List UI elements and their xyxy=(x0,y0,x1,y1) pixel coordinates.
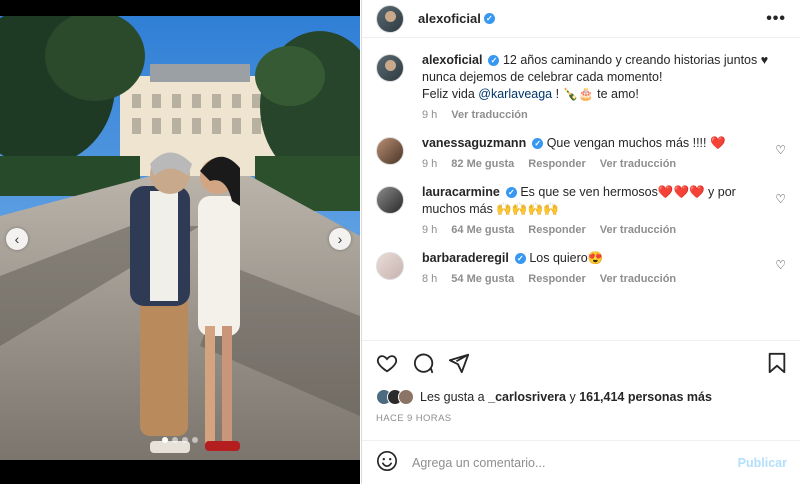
comment-likes[interactable]: 82 Me gusta xyxy=(451,158,514,170)
action-icons xyxy=(376,351,787,375)
see-translation-link[interactable]: Ver traducción xyxy=(600,224,676,236)
comment-icon[interactable] xyxy=(412,352,434,374)
post-photo[interactable] xyxy=(0,16,360,460)
author-avatar[interactable] xyxy=(376,54,404,82)
see-translation-link[interactable]: Ver traducción xyxy=(451,109,527,121)
comment-body: Los quiero😍 xyxy=(529,251,604,265)
carousel-dot xyxy=(192,437,198,443)
heart-icon[interactable]: ♡ xyxy=(775,192,786,206)
caption-text: alexoficial ✓ 12 años caminando y creando… xyxy=(422,52,772,103)
commenter-avatar[interactable] xyxy=(376,137,404,165)
carousel-dot xyxy=(162,437,168,443)
verified-badge-icon: ✓ xyxy=(514,253,526,265)
comments-list: alexoficial ✓ 12 años caminando y creando… xyxy=(362,38,800,338)
comment-item: vanessaguzmann ✓ Que vengan muchos más !!… xyxy=(376,135,786,170)
comment-item: barbaraderegil ✓ Los quiero😍 8 h 54 Me gu… xyxy=(376,250,786,285)
reply-button[interactable]: Responder xyxy=(528,158,585,170)
caption-meta: 9 h Ver traducción xyxy=(422,109,772,121)
likes-summary: Les gusta a _carlosrivera y 161,414 pers… xyxy=(376,389,787,405)
post-timestamp[interactable]: HACE 9 HORAS xyxy=(376,413,787,424)
commenter-avatar[interactable] xyxy=(376,252,404,280)
verified-badge-icon: ✓ xyxy=(532,138,544,150)
liker-username[interactable]: _carlosrivera xyxy=(488,390,566,404)
comment-username[interactable]: vanessaguzmann xyxy=(422,136,526,150)
comment-time[interactable]: 9 h xyxy=(422,158,437,170)
comment-username[interactable]: barbaraderegil xyxy=(422,251,509,265)
publish-button[interactable]: Publicar xyxy=(738,456,787,470)
comment-meta: 9 h 64 Me gusta Responder Ver traducción xyxy=(422,224,772,236)
see-translation-link[interactable]: Ver traducción xyxy=(600,158,676,170)
post-header: alexoficial ✓ ••• xyxy=(362,0,800,38)
caption-time[interactable]: 9 h xyxy=(422,109,437,121)
likes-count-link[interactable]: 161,414 personas más xyxy=(579,390,712,404)
comment-body: Que vengan muchos más !!!! ❤️ xyxy=(546,136,726,150)
post-sidebar: alexoficial ✓ ••• alexoficial ✓ 12 años c… xyxy=(361,0,800,484)
caption-prefix: Feliz vida xyxy=(422,87,475,101)
heart-icon[interactable]: ♡ xyxy=(775,258,786,272)
caption-suffix: ! 🍾🎂 te amo! xyxy=(555,87,639,101)
carousel-dot xyxy=(182,437,188,443)
carousel-dots xyxy=(0,437,360,443)
caption: alexoficial ✓ 12 años caminando y creando… xyxy=(376,52,786,121)
author-avatar[interactable] xyxy=(376,4,404,33)
caption-username[interactable]: alexoficial xyxy=(422,53,482,67)
liker-avatars xyxy=(376,389,414,405)
author-username[interactable]: alexoficial xyxy=(418,11,481,26)
add-comment-bar: Publicar xyxy=(362,440,800,484)
heart-icon[interactable] xyxy=(376,352,398,374)
chevron-left-icon[interactable]: ‹ xyxy=(6,228,28,250)
reply-button[interactable]: Responder xyxy=(528,224,585,236)
caption-line: 12 años caminando y creando historias ju… xyxy=(502,53,769,67)
comment-text: vanessaguzmann ✓ Que vengan muchos más !!… xyxy=(422,135,772,152)
likes-prefix: Les gusta a xyxy=(420,390,485,404)
verified-badge-icon: ✓ xyxy=(488,55,500,67)
comment-text: lauracarmine ✓ Es que se ven hermosos❤️❤️… xyxy=(422,184,772,218)
mention-link[interactable]: @karlaveaga xyxy=(478,87,552,101)
bookmark-icon[interactable] xyxy=(767,352,787,374)
commenter-avatar[interactable] xyxy=(376,186,404,214)
comment-time[interactable]: 9 h xyxy=(422,224,437,236)
see-translation-link[interactable]: Ver traducción xyxy=(600,273,676,285)
likes-connector: y xyxy=(569,390,576,404)
caption-line: nunca dejemos de celebrar cada momento! xyxy=(422,70,663,84)
share-icon[interactable] xyxy=(448,352,470,374)
verified-badge-icon: ✓ xyxy=(505,187,517,199)
carousel-dot xyxy=(172,437,178,443)
comment-input[interactable] xyxy=(412,455,738,470)
comment-meta: 9 h 82 Me gusta Responder Ver traducción xyxy=(422,158,772,170)
instagram-post-modal: ‹ › alexoficial ✓ ••• alexoficial ✓ 12 a… xyxy=(0,0,800,484)
more-horizontal-icon[interactable]: ••• xyxy=(766,10,786,28)
comment-username[interactable]: lauracarmine xyxy=(422,185,500,199)
emoji-icon[interactable] xyxy=(376,450,398,475)
verified-badge-icon: ✓ xyxy=(483,13,495,24)
reply-button[interactable]: Responder xyxy=(528,273,585,285)
heart-icon[interactable]: ♡ xyxy=(775,143,786,157)
liker-avatar xyxy=(398,389,414,405)
comment-text: barbaraderegil ✓ Los quiero😍 xyxy=(422,250,772,267)
comment-likes[interactable]: 64 Me gusta xyxy=(451,224,514,236)
comment-likes[interactable]: 54 Me gusta xyxy=(451,273,514,285)
comment-meta: 8 h 54 Me gusta Responder Ver traducción xyxy=(422,273,772,285)
chevron-right-icon[interactable]: › xyxy=(329,228,351,250)
photo-panel: ‹ › xyxy=(0,0,360,484)
comment-time[interactable]: 8 h xyxy=(422,273,437,285)
post-actions: Les gusta a _carlosrivera y 161,414 pers… xyxy=(362,340,800,424)
comment-item: lauracarmine ✓ Es que se ven hermosos❤️❤️… xyxy=(376,184,786,236)
